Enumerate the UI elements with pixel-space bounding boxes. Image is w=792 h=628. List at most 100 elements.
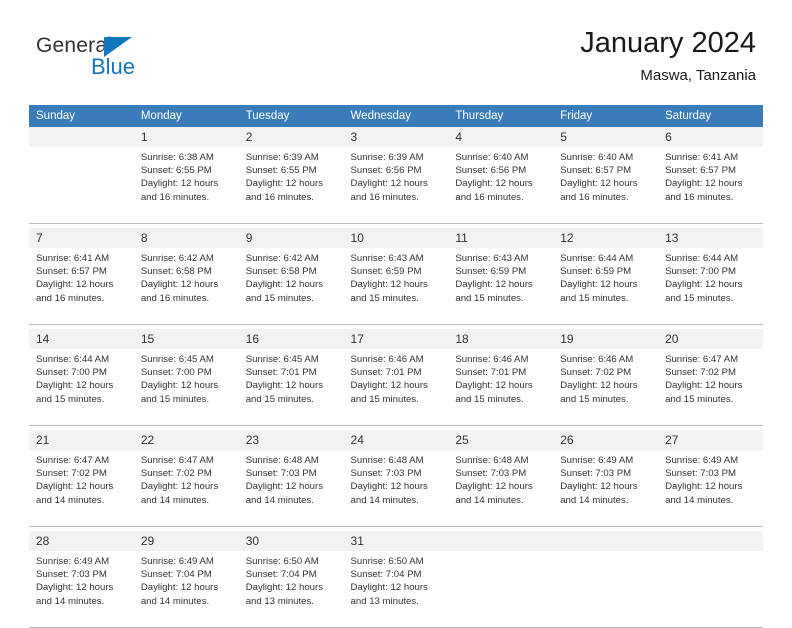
day-number[interactable]: 2 [238,127,344,147]
day-number[interactable]: 13 [658,228,763,248]
day-cell[interactable]: Sunrise: 6:41 AM Sunset: 6:57 PM Daylight:… [658,147,763,224]
day-daylight-text: and 13 minutes. [350,595,419,607]
day-sunrise-text: Sunrise: 6:42 AM [140,253,214,264]
day-cell[interactable]: Sunrise: 6:48 AM Sunset: 7:03 PM Daylight:… [448,450,554,527]
day-number[interactable]: 18 [448,329,554,349]
weekday-header-tuesday: Tuesday [238,105,344,127]
day-daylight-text: and 15 minutes. [560,292,629,304]
day-daylight-text: Daylight: 12 hours [350,582,428,594]
day-cell[interactable]: Sunrise: 6:49 AM Sunset: 7:03 PM Daylight:… [553,450,659,527]
day-sunset-text: Sunset: 6:57 PM [36,266,107,278]
day-daylight-text: Daylight: 12 hours [245,279,324,291]
day-daylight-text: and 15 minutes. [350,292,419,304]
day-number[interactable]: 3 [343,127,449,147]
day-cell[interactable]: Sunrise: 6:40 AM Sunset: 6:56 PM Daylight:… [448,147,554,224]
day-number-empty [553,531,659,551]
day-cell[interactable]: Sunrise: 6:39 AM Sunset: 6:56 PM Daylight:… [343,147,449,224]
day-number[interactable]: 19 [553,329,659,349]
day-number[interactable]: 17 [343,329,449,349]
day-number[interactable]: 31 [343,531,449,551]
day-daylight-text: Daylight: 12 hours [245,582,324,594]
general-blue-logo[interactable]: General Blue [36,34,236,84]
day-cell[interactable]: Sunrise: 6:45 AM Sunset: 7:01 PM Daylight:… [238,349,344,426]
day-cell[interactable]: Sunrise: 6:45 AM Sunset: 7:00 PM Daylight:… [133,349,239,426]
day-sunset-text: Sunset: 6:56 PM [350,165,422,177]
day-cell-empty [553,551,659,628]
day-cell[interactable]: Sunrise: 6:49 AM Sunset: 7:03 PM Daylight:… [29,551,134,628]
day-number[interactable]: 21 [29,430,134,450]
day-number[interactable]: 16 [238,329,344,349]
day-sunrise-text: Sunrise: 6:40 AM [455,152,529,163]
day-cell[interactable]: Sunrise: 6:44 AM Sunset: 6:59 PM Daylight:… [553,248,659,325]
day-cell[interactable]: Sunrise: 6:42 AM Sunset: 6:58 PM Daylight:… [238,248,344,325]
day-cell[interactable]: Sunrise: 6:39 AM Sunset: 6:55 PM Daylight:… [238,147,344,224]
day-number[interactable]: 10 [343,228,449,248]
day-cell[interactable]: Sunrise: 6:44 AM Sunset: 7:00 PM Daylight:… [29,349,134,426]
day-number[interactable]: 5 [553,127,659,147]
day-number[interactable]: 4 [448,127,554,147]
day-number[interactable]: 14 [29,329,134,349]
day-number[interactable]: 27 [658,430,763,450]
day-number[interactable]: 11 [448,228,554,248]
day-cell[interactable]: Sunrise: 6:47 AM Sunset: 7:02 PM Daylight:… [133,450,239,527]
day-cell[interactable]: Sunrise: 6:48 AM Sunset: 7:03 PM Daylight:… [343,450,449,527]
day-sunrise-text: Sunrise: 6:46 AM [455,354,529,365]
day-sunset-text: Sunset: 7:00 PM [36,367,107,379]
day-daylight-text: Daylight: 12 hours [455,279,533,291]
day-sunrise-text: Sunrise: 6:41 AM [665,152,739,163]
day-cell[interactable]: Sunrise: 6:47 AM Sunset: 7:02 PM Daylight:… [29,450,134,527]
day-number[interactable]: 28 [29,531,134,551]
day-sunset-text: Sunset: 7:04 PM [140,569,212,581]
day-cell[interactable]: Sunrise: 6:44 AM Sunset: 7:00 PM Daylight:… [658,248,763,325]
day-number[interactable]: 26 [553,430,659,450]
day-cell[interactable]: Sunrise: 6:43 AM Sunset: 6:59 PM Daylight:… [448,248,554,325]
day-sunrise-text: Sunrise: 6:39 AM [245,152,319,163]
day-cell[interactable]: Sunrise: 6:46 AM Sunset: 7:02 PM Daylight:… [553,349,659,426]
day-sunrise-text: Sunrise: 6:43 AM [350,253,424,264]
day-cell[interactable]: Sunrise: 6:49 AM Sunset: 7:04 PM Daylight:… [133,551,239,628]
weekday-header-sunday: Sunday [29,105,134,127]
day-number[interactable]: 9 [238,228,344,248]
day-cell[interactable]: Sunrise: 6:50 AM Sunset: 7:04 PM Daylight:… [238,551,344,628]
day-number[interactable]: 23 [238,430,344,450]
day-sunrise-text: Sunrise: 6:47 AM [36,455,110,466]
day-cell[interactable]: Sunrise: 6:49 AM Sunset: 7:03 PM Daylight:… [658,450,763,527]
day-number[interactable]: 8 [133,228,239,248]
day-sunrise-text: Sunrise: 6:42 AM [245,253,319,264]
weekday-header-wednesday: Wednesday [343,105,449,127]
day-sunset-text: Sunset: 7:03 PM [560,468,632,480]
title-block: January 2024 Maswa, Tanzania [580,26,756,87]
day-daylight-text: Daylight: 12 hours [36,582,114,594]
day-sunset-text: Sunset: 6:59 PM [455,266,527,278]
day-number[interactable]: 6 [658,127,763,147]
day-number[interactable]: 22 [133,430,239,450]
day-cell[interactable]: Sunrise: 6:43 AM Sunset: 6:59 PM Daylight:… [343,248,449,325]
day-number[interactable]: 25 [448,430,554,450]
day-sunset-text: Sunset: 7:04 PM [350,569,422,581]
day-daylight-text: Daylight: 12 hours [455,178,533,190]
day-sunset-text: Sunset: 6:58 PM [245,266,317,278]
day-cell[interactable]: Sunrise: 6:47 AM Sunset: 7:02 PM Daylight:… [658,349,763,426]
day-number[interactable]: 15 [133,329,239,349]
day-number[interactable]: 30 [238,531,344,551]
day-cell[interactable]: Sunrise: 6:40 AM Sunset: 6:57 PM Daylight:… [553,147,659,224]
weekday-header-thursday: Thursday [448,105,554,127]
day-number[interactable]: 1 [133,127,239,147]
day-cell[interactable]: Sunrise: 6:42 AM Sunset: 6:58 PM Daylight:… [133,248,239,325]
day-cell[interactable]: Sunrise: 6:38 AM Sunset: 6:55 PM Daylight:… [133,147,239,224]
day-number[interactable]: 7 [29,228,134,248]
day-number[interactable]: 20 [658,329,763,349]
day-number[interactable]: 24 [343,430,449,450]
week-details-row: Sunrise: 6:41 AM Sunset: 6:57 PM Daylight:… [29,248,763,325]
day-number[interactable]: 12 [553,228,659,248]
day-number[interactable]: 29 [133,531,239,551]
day-sunrise-text: Sunrise: 6:46 AM [560,354,634,365]
day-cell[interactable]: Sunrise: 6:46 AM Sunset: 7:01 PM Daylight:… [448,349,554,426]
day-cell[interactable]: Sunrise: 6:48 AM Sunset: 7:03 PM Daylight:… [238,450,344,527]
day-cell[interactable]: Sunrise: 6:46 AM Sunset: 7:01 PM Daylight:… [343,349,449,426]
day-sunset-text: Sunset: 7:02 PM [560,367,632,379]
day-cell[interactable]: Sunrise: 6:41 AM Sunset: 6:57 PM Daylight:… [29,248,134,325]
day-daylight-text: Daylight: 12 hours [36,380,114,392]
day-daylight-text: Daylight: 12 hours [140,279,219,291]
day-cell[interactable]: Sunrise: 6:50 AM Sunset: 7:04 PM Daylight:… [343,551,449,628]
